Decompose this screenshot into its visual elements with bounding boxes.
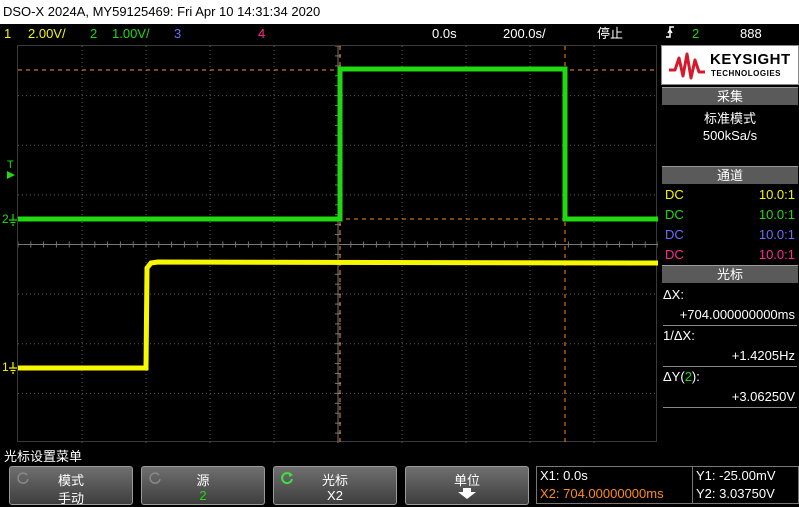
softkey-cursor[interactable]: 光标 X2 xyxy=(273,466,397,505)
delta-y-readout: ΔY(2): +3.06250V xyxy=(663,367,797,408)
sample-rate: 500kSa/s xyxy=(702,128,758,143)
graticule xyxy=(18,46,658,443)
status-bar: 1 2.00V/ 2 1.00V/ 3 4 0.0s 200.0s/ 停止 2 … xyxy=(0,24,799,43)
trigger-level-marker[interactable]: T xyxy=(7,160,15,182)
keysight-wave-icon xyxy=(669,52,705,80)
channel-row-1[interactable]: DC 10.0:1 xyxy=(665,185,795,205)
delta-x-value: +704.000000000ms xyxy=(679,307,795,322)
delta-y-label: ΔY(2): xyxy=(663,369,700,384)
time-position[interactable]: 0.0s xyxy=(432,24,457,43)
ground-icon xyxy=(9,362,18,377)
ch2-trace xyxy=(18,66,658,222)
inverse-delta-x-value: +1.4205Hz xyxy=(731,348,795,363)
ch4-number[interactable]: 4 xyxy=(258,24,265,43)
delta-x-label: ΔX: xyxy=(663,287,684,302)
softkey-mode[interactable]: 模式 手动 xyxy=(9,466,133,506)
run-state: 停止 xyxy=(597,26,624,41)
info-panel: KEYSIGHT TECHNOLOGIES 采集 标准模式 500kSa/s 通… xyxy=(661,45,799,442)
ch2-ground-marker[interactable]: 2 xyxy=(2,212,17,226)
ground-icon xyxy=(9,214,18,229)
x-cursor-readout: X1: 0.0s X2: 704.00000000ms xyxy=(536,466,693,504)
ch2-number[interactable]: 2 xyxy=(90,24,97,43)
channel-header: 通道 xyxy=(662,166,798,184)
ch1-scale[interactable]: 2.00V/ xyxy=(28,24,66,43)
y1-value: Y1: -25.00mV xyxy=(696,468,776,483)
channel-row-4[interactable]: DC 10.0:1 xyxy=(665,245,795,265)
keysight-logo: KEYSIGHT TECHNOLOGIES xyxy=(661,45,799,85)
acquire-header: 采集 xyxy=(662,87,798,105)
y-cursor-readout: Y1: -25.00mV Y2: 3.03750V xyxy=(692,466,799,504)
ch2-scale[interactable]: 1.00V/ xyxy=(112,24,150,43)
acquire-mode: 标准模式 xyxy=(703,111,756,126)
ch3-number[interactable]: 3 xyxy=(174,24,181,43)
submenu-arrow-icon xyxy=(406,488,528,503)
cursors-header: 光标 xyxy=(662,265,798,283)
inverse-delta-x-label: 1/ΔX: xyxy=(663,328,695,343)
logo-sub: TECHNOLOGIES xyxy=(711,69,782,78)
window-title: DSO-X 2024A, MY59125469: Fri Apr 10 14:3… xyxy=(0,0,799,24)
waveform-display[interactable] xyxy=(17,45,658,443)
y2-value: Y2: 3.03750V xyxy=(696,486,775,501)
inverse-delta-x-readout: 1/ΔX: +1.4205Hz xyxy=(663,326,797,367)
softkey-units[interactable]: 单位 xyxy=(405,466,529,505)
trigger-edge-icon xyxy=(664,24,676,45)
x2-value: X2: 704.00000000ms xyxy=(540,486,664,501)
logo-brand: KEYSIGHT xyxy=(710,51,791,68)
time-scale[interactable]: 200.0s/ xyxy=(503,24,546,43)
trigger-level-arrow-icon xyxy=(7,171,15,182)
trigger-source[interactable]: 2 xyxy=(692,24,699,43)
delta-y-value: +3.06250V xyxy=(731,389,795,404)
softkey-source[interactable]: 源 2 xyxy=(141,466,265,505)
x1-value: X1: 0.0s xyxy=(540,468,588,483)
ch1-ground-marker[interactable]: 1 xyxy=(2,360,17,374)
channel-row-3[interactable]: DC 10.0:1 xyxy=(665,225,795,245)
ch1-number[interactable]: 1 xyxy=(4,24,11,43)
channel-row-2[interactable]: DC 10.0:1 xyxy=(665,205,795,225)
trigger-level[interactable]: 888 xyxy=(740,24,762,43)
delta-x-readout: ΔX: +704.000000000ms xyxy=(663,285,797,326)
